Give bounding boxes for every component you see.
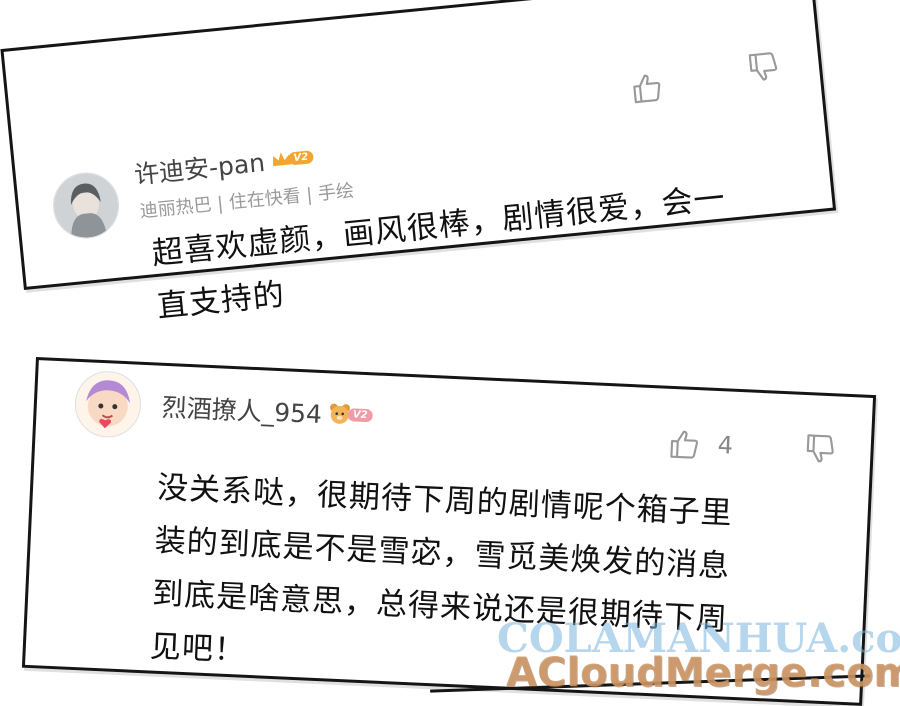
comment-card-1: 许迪安-pan V2 迪丽热巴 | 住在快看 | 手绘 超喜欢虚颜，画风很棒，剧… bbox=[0, 0, 837, 325]
username[interactable]: 烈酒撩人_954 V2 bbox=[161, 388, 373, 434]
avatar[interactable] bbox=[73, 369, 143, 439]
vip-badge: V2 bbox=[327, 402, 373, 426]
like-button[interactable] bbox=[667, 427, 703, 467]
thumbs-down-icon bbox=[806, 434, 834, 463]
like-count: 4 bbox=[717, 431, 734, 460]
thumbs-down-icon bbox=[748, 52, 778, 81]
avatar[interactable] bbox=[49, 169, 123, 242]
vip-badge: V2 bbox=[270, 147, 314, 169]
dislike-button[interactable] bbox=[803, 431, 839, 471]
thumbs-up-icon bbox=[670, 430, 699, 459]
like-button[interactable] bbox=[629, 70, 667, 111]
vip-level: V2 bbox=[347, 407, 373, 422]
username-text: 烈酒撩人_954 bbox=[161, 392, 323, 430]
vip-level: V2 bbox=[287, 149, 314, 166]
thumbs-up-icon bbox=[633, 74, 661, 104]
watermark-acloudmerge: ACloudMerge.com bbox=[506, 650, 900, 696]
dislike-button[interactable] bbox=[745, 48, 783, 89]
username-text: 许迪安-pan bbox=[132, 147, 267, 190]
